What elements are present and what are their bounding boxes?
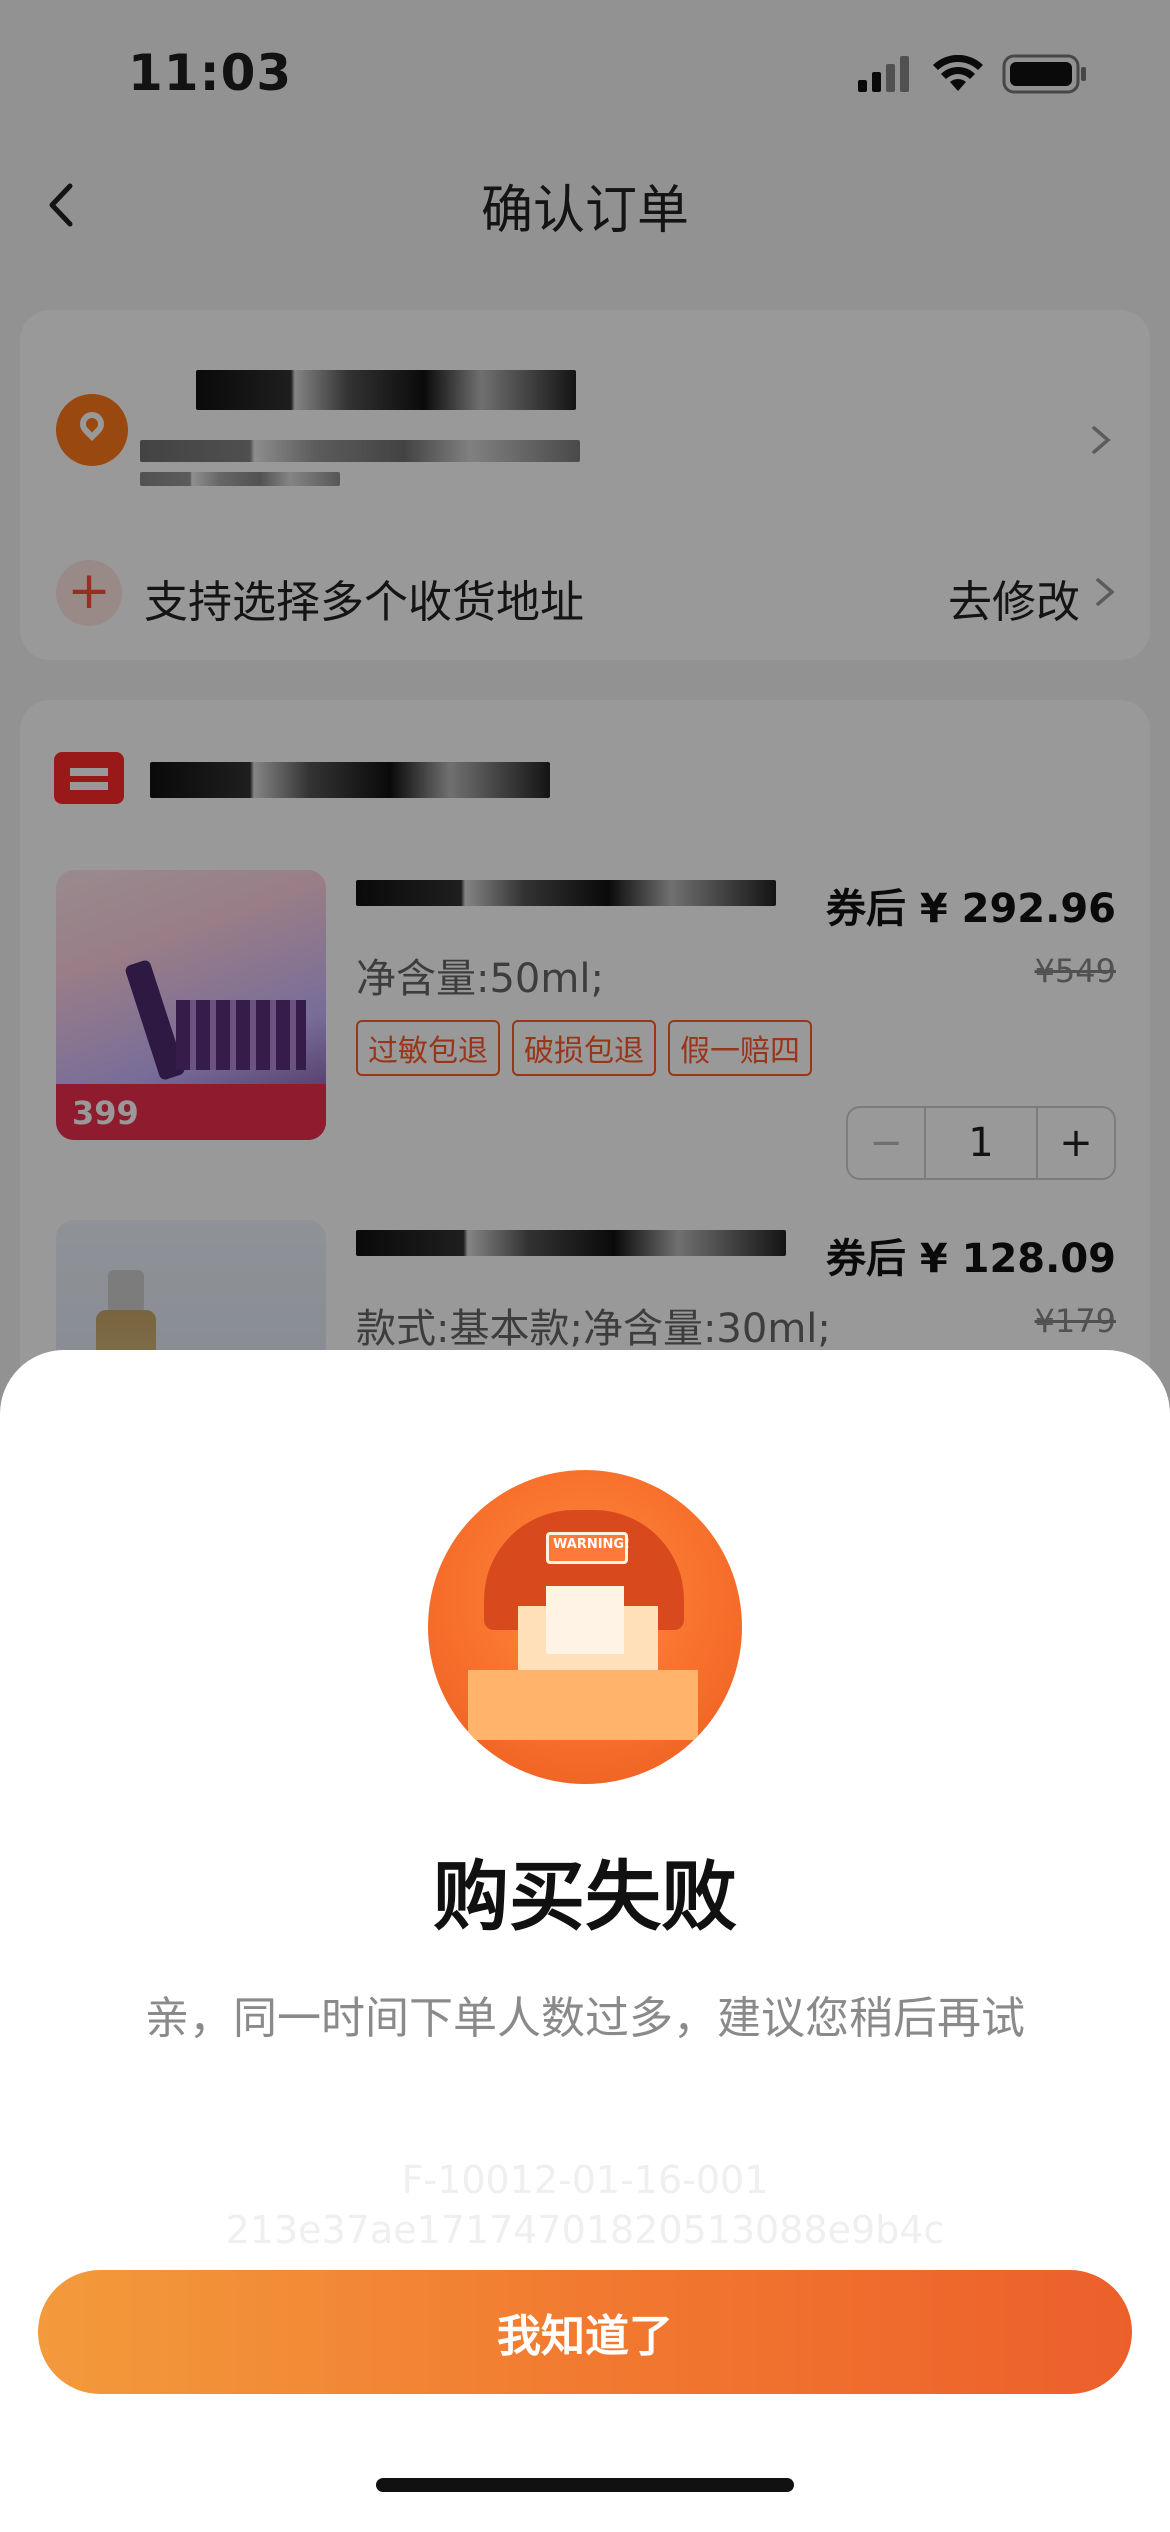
dialog-title: 购买失败 (433, 1852, 737, 1941)
warning-truck-illustration-icon (428, 1470, 742, 1784)
acknowledge-button[interactable]: 我知道了 (38, 2270, 1132, 2394)
dialog-message: 亲，同一时间下单人数过多，建议您稍后再试 (145, 1993, 1025, 2044)
warning-sign-graphic (546, 1532, 630, 1564)
error-code: F-10012-01-16-001 (401, 2158, 769, 2202)
home-indicator[interactable] (376, 2478, 794, 2492)
purchase-failed-sheet: 购买失败 亲，同一时间下单人数过多，建议您稍后再试 F-10012-01-16-… (0, 1350, 1170, 2532)
box-graphic (468, 1670, 698, 1740)
box-graphic (546, 1586, 624, 1654)
trace-id: 213e37ae17174701820513088e9b4c (225, 2208, 945, 2252)
